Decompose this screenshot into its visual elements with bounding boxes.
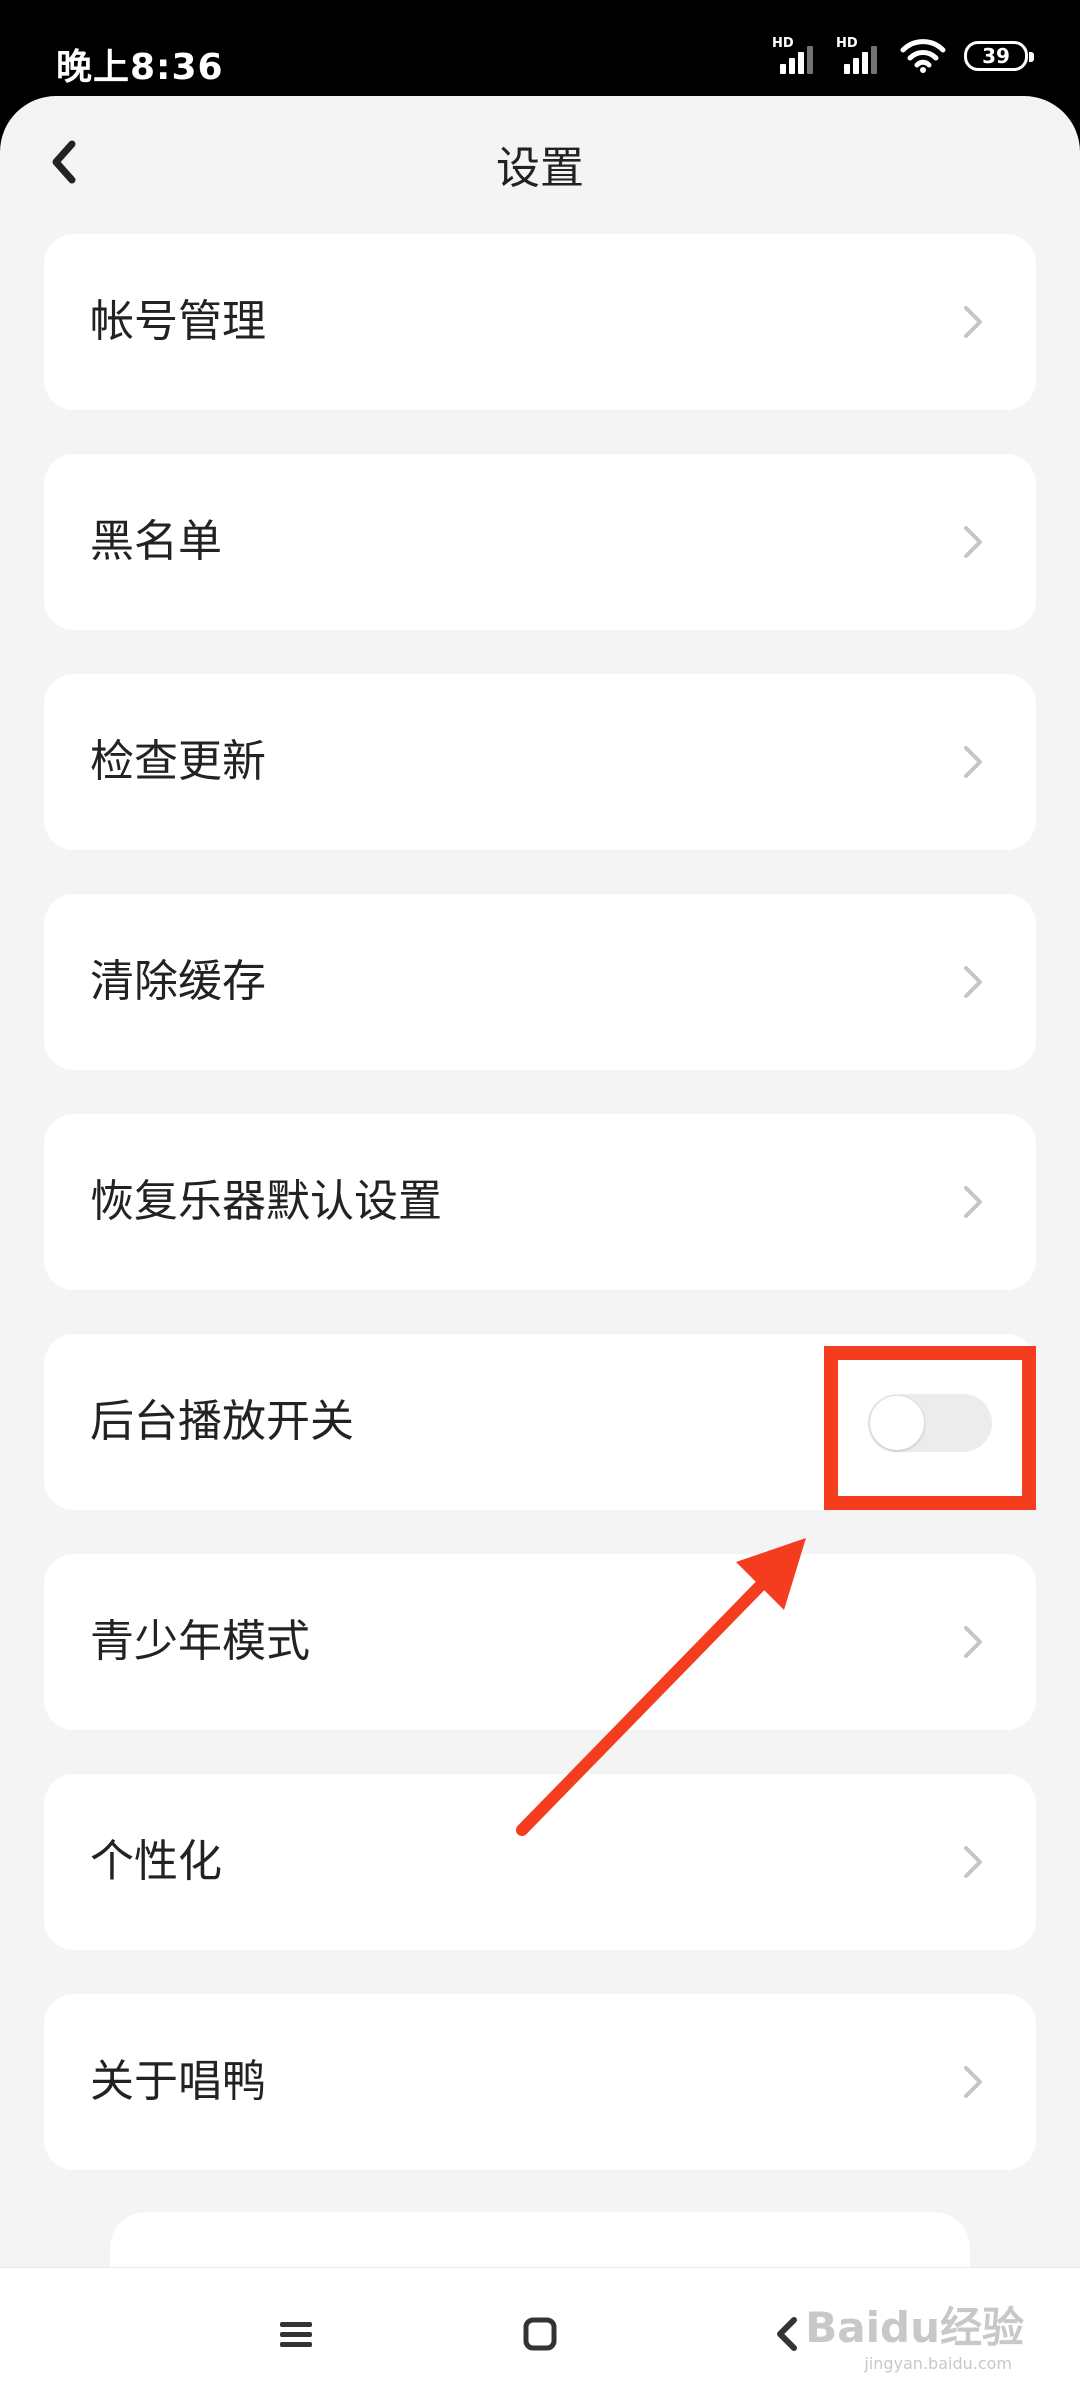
settings-screen: 设置 帐号管理 黑名单 检查更新 清除缓存 恢复乐器默认设置 后台播放开关 青少…: [0, 96, 1080, 2400]
status-bar: 晚上8:36 HD HD 39: [0, 0, 1080, 96]
settings-list: 帐号管理 黑名单 检查更新 清除缓存 恢复乐器默认设置 后台播放开关 青少年模式: [44, 234, 1036, 2214]
background-playback-toggle[interactable]: [868, 1394, 992, 1452]
settings-item-background-playback: 后台播放开关: [44, 1334, 1036, 1510]
settings-item-label: 后台播放开关: [90, 1396, 354, 1447]
chevron-right-icon: [964, 746, 982, 778]
home-icon[interactable]: [514, 2308, 566, 2360]
header: 设置: [0, 96, 1080, 236]
signal-icon: HD: [772, 36, 818, 76]
status-time: 晚上8:36: [56, 47, 224, 88]
navigation-bar: Baidu经验 jingyan.baidu.com: [0, 2267, 1080, 2400]
settings-item-label: 个性化: [90, 1836, 222, 1887]
watermark-brand: Baidu经验: [805, 2303, 1024, 2352]
chevron-right-icon: [964, 1186, 982, 1218]
chevron-right-icon: [964, 1846, 982, 1878]
settings-item-label: 青少年模式: [90, 1616, 310, 1667]
page-title: 设置: [496, 143, 584, 194]
chevron-right-icon: [964, 306, 982, 338]
chevron-right-icon: [964, 526, 982, 558]
settings-item-reset-instruments[interactable]: 恢复乐器默认设置: [44, 1114, 1036, 1290]
settings-item-blacklist[interactable]: 黑名单: [44, 454, 1036, 630]
watermark-url: jingyan.baidu.com: [864, 2354, 1012, 2373]
settings-item-label: 黑名单: [90, 516, 222, 567]
settings-item-account[interactable]: 帐号管理: [44, 234, 1036, 410]
settings-item-label: 清除缓存: [90, 956, 266, 1007]
settings-item-teen-mode[interactable]: 青少年模式: [44, 1554, 1036, 1730]
signal-icon: HD: [836, 36, 882, 76]
chevron-right-icon: [964, 2066, 982, 2098]
settings-item-label: 关于唱鸭: [90, 2056, 266, 2107]
battery-icon: 39: [964, 41, 1034, 71]
settings-item-label: 帐号管理: [90, 296, 266, 347]
battery-level: 39: [982, 44, 1010, 68]
signal-hd-label: HD: [836, 36, 858, 51]
wifi-icon: [900, 39, 946, 73]
settings-item-personalization[interactable]: 个性化: [44, 1774, 1036, 1950]
signal-hd-label: HD: [772, 36, 794, 51]
settings-item-clear-cache[interactable]: 清除缓存: [44, 894, 1036, 1070]
chevron-right-icon: [964, 1626, 982, 1658]
settings-item-check-update[interactable]: 检查更新: [44, 674, 1036, 850]
menu-icon[interactable]: [270, 2308, 322, 2360]
status-icons: HD HD 39: [772, 36, 1034, 76]
toggle-knob: [870, 1396, 924, 1450]
settings-item-label: 恢复乐器默认设置: [90, 1176, 442, 1227]
settings-item-label: 检查更新: [90, 736, 266, 787]
settings-item-about[interactable]: 关于唱鸭: [44, 1994, 1036, 2170]
chevron-right-icon: [964, 966, 982, 998]
